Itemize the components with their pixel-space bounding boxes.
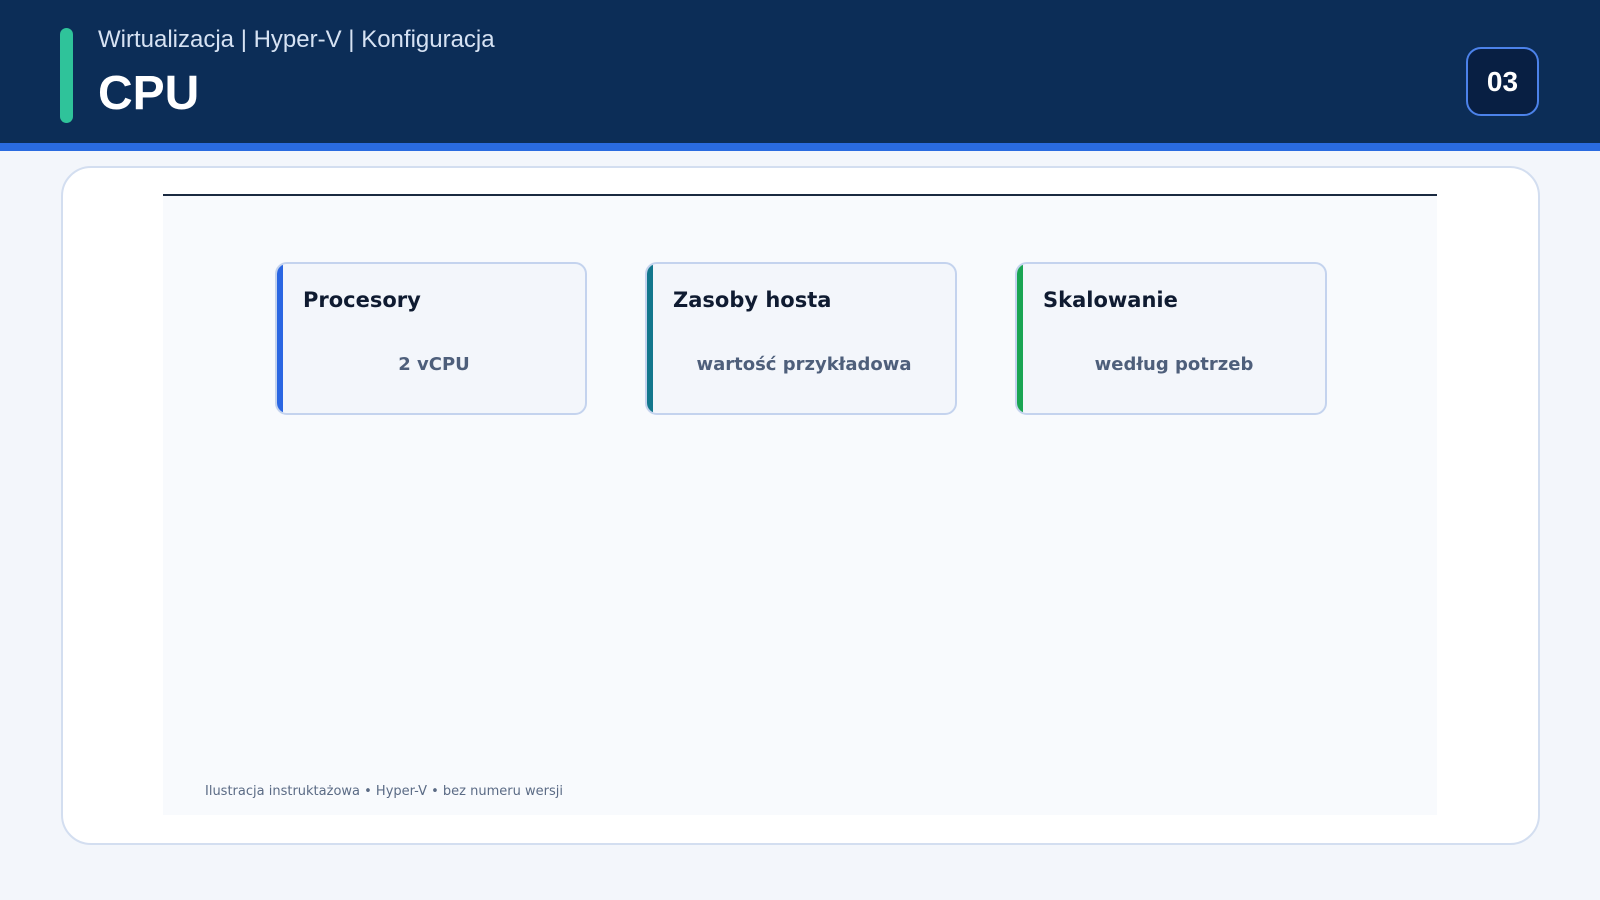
footnote: Ilustracja instruktażowa • Hyper-V • bez… <box>205 784 563 799</box>
header-bar <box>0 0 1600 143</box>
card-title: Procesory <box>303 288 421 312</box>
card-skalowanie: Skalowanie według potrzeb <box>1015 262 1327 415</box>
card-accent-edge <box>647 264 653 413</box>
header-underline <box>0 143 1600 151</box>
card-title: Skalowanie <box>1043 288 1178 312</box>
breadcrumb: Wirtualizacja | Hyper-V | Konfiguracja <box>98 26 495 53</box>
slide-number-badge: 03 <box>1466 47 1539 116</box>
card-accent-edge <box>277 264 283 413</box>
card-title: Zasoby hosta <box>673 288 832 312</box>
card-accent-edge <box>1017 264 1023 413</box>
card-value: 2 vCPU <box>398 354 470 375</box>
title-accent-bar <box>60 28 73 123</box>
card-procesory: Procesory 2 vCPU <box>275 262 587 415</box>
card-value: wartość przykładowa <box>696 354 912 375</box>
card-value: według potrzeb <box>1094 354 1254 375</box>
content-top-rule <box>163 194 1437 196</box>
page-title: CPU <box>98 67 200 120</box>
card-zasoby-hosta: Zasoby hosta wartość przykładowa <box>645 262 957 415</box>
